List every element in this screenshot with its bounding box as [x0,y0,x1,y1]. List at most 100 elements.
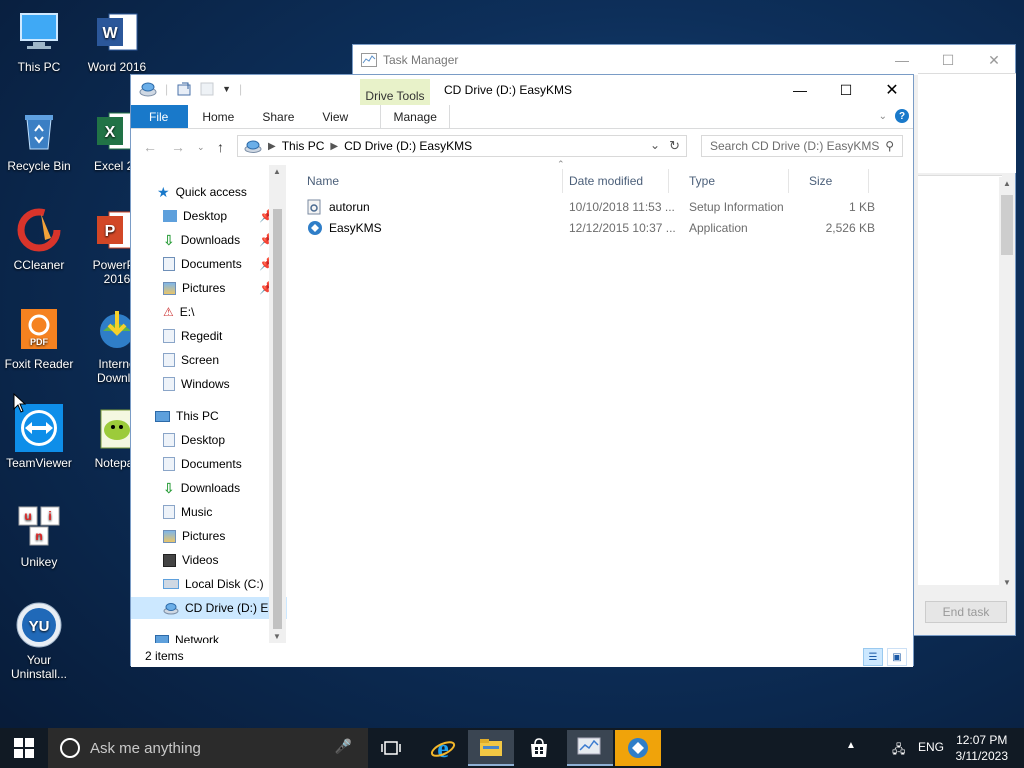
forward-arrow-icon[interactable]: → [171,139,185,155]
desktop-icon-your-uninstaller[interactable]: YU Your Uninstall... [0,601,78,681]
file-row[interactable]: autorun 10/10/2018 11:53 ... Setup Infor… [307,197,887,217]
toolbar-divider: | [165,82,169,96]
desktop-icon-foxit-reader[interactable]: PDF Foxit Reader [0,305,78,371]
file-list-pane[interactable]: ⌃ Name Date modified Type Size autorun 1… [287,159,913,643]
scrollbar-thumb[interactable] [1001,195,1013,255]
desktop-icon-recycle-bin[interactable]: Recycle Bin [0,107,78,173]
breadcrumb-this-pc[interactable]: This PC [282,139,325,153]
store-icon [531,738,547,757]
breadcrumb-chevron-icon[interactable]: ▶ [268,141,276,152]
minimize-icon[interactable]: — [879,45,925,75]
start-button[interactable] [0,728,48,768]
up-arrow-icon[interactable]: ↑ [217,139,224,155]
desktop-icon-label: Foxit Reader [4,357,74,371]
help-icon[interactable]: ? [895,109,909,123]
task-manager-scrollbar[interactable]: ▲ ▼ [999,177,1015,589]
column-header-date-modified[interactable]: Date modified [549,169,669,193]
customize-toolbar-icon[interactable]: ▼ [222,84,231,94]
nav-quick-pictures[interactable]: Pictures [163,277,225,299]
nav-pc-videos[interactable]: Videos [163,549,218,571]
file-row[interactable]: EasyKMS 12/12/2015 10:37 ... Application… [307,218,887,238]
recent-locations-icon[interactable]: ⌄ [197,142,205,153]
close-icon[interactable]: ✕ [971,45,1017,75]
nav-quick-documents[interactable]: Documents [163,253,242,275]
desktop-icon-this-pc[interactable]: This PC [0,8,78,74]
local-disk-icon [163,579,179,589]
desktop-icon-unikey[interactable]: u in Unikey [0,503,78,569]
nav-quick-access[interactable]: ★ Quick access [157,181,247,203]
refresh-icon[interactable]: ↻ [669,138,680,154]
tab-manage[interactable]: Manage [380,105,451,128]
expand-ribbon-icon[interactable]: ⌄ [879,111,887,122]
search-icon: ⚲ [885,139,894,153]
recycle-bin-icon [15,107,63,155]
column-header-name[interactable]: Name [287,169,563,193]
taskbar-store[interactable] [516,730,562,766]
desktop-icon-label: Unikey [20,555,58,569]
address-bar[interactable]: ▶ This PC ▶ CD Drive (D:) EasyKMS ⌄ ↻ [237,135,687,157]
network-icon[interactable]: 🖧 [892,740,905,761]
nav-quick-regedit[interactable]: Regedit [163,325,222,347]
taskbar-clock[interactable]: 12:07 PM 3/11/2023 [956,732,1009,764]
microphone-icon[interactable]: 🎤 [335,738,352,755]
nav-pc-music[interactable]: Music [163,501,212,523]
tab-file[interactable]: File [131,105,189,128]
nav-this-pc[interactable]: This PC [155,405,219,427]
minimize-icon[interactable]: — [777,75,823,105]
taskbar-easykms[interactable] [615,730,661,766]
folder-icon [163,353,175,367]
scroll-up-icon[interactable]: ▲ [273,167,281,176]
nav-quick-screen[interactable]: Screen [163,349,219,371]
taskbar-file-explorer[interactable] [468,730,514,766]
file-explorer-window[interactable]: | ▼ | Drive Tools CD Drive (D:) EasyKMS … [130,74,915,667]
tab-home[interactable]: Home [188,105,248,128]
column-header-size[interactable]: Size [789,169,869,193]
column-header-type[interactable]: Type [669,169,789,193]
nav-pc-documents[interactable]: Documents [163,453,242,475]
nav-network[interactable]: Network [155,629,219,643]
nav-quick-downloads[interactable]: ⇩ Downloads [163,229,240,251]
nav-quick-windows[interactable]: Windows [163,373,230,395]
desktop-icon-word-2016[interactable]: W Word 2016 [78,8,156,74]
details-view-icon[interactable]: ☰ [863,648,883,666]
explorer-titlebar[interactable]: | ▼ | Drive Tools CD Drive (D:) EasyKMS … [131,75,915,106]
back-arrow-icon[interactable]: ← [143,139,157,155]
close-icon[interactable]: ✕ [869,75,915,105]
taskbar-search-box[interactable]: Ask me anything 🎤 [48,728,368,768]
navigation-pane-scrollbar[interactable]: ▲ ▼ [269,165,286,643]
large-icons-view-icon[interactable]: ▣ [887,648,907,666]
maximize-icon[interactable]: ☐ [925,45,971,75]
tab-share[interactable]: Share [248,105,308,128]
address-dropdown-icon[interactable]: ⌄ [650,138,660,152]
toolbar-divider: | [239,82,243,96]
nav-pc-pictures[interactable]: Pictures [163,525,225,547]
nav-label: Pictures [182,281,226,295]
scrollbar-thumb[interactable] [273,209,282,629]
taskbar-task-manager[interactable] [567,730,613,766]
desktop-icon-teamviewer[interactable]: TeamViewer [0,404,78,470]
end-task-button[interactable]: End task [925,601,1007,623]
desktop-icon-ccleaner[interactable]: CCleaner [0,206,78,272]
scroll-down-icon[interactable]: ▼ [1003,578,1011,587]
tab-view[interactable]: View [308,105,362,128]
properties-icon[interactable] [176,81,192,97]
search-box[interactable]: Search CD Drive (D:) EasyKMS ⚲ [701,135,903,157]
show-hidden-icons-icon[interactable]: ▲ [846,740,856,751]
nav-pc-cd-drive[interactable]: CD Drive (D:) Eas [131,597,287,619]
breadcrumb-current[interactable]: CD Drive (D:) EasyKMS [344,139,472,153]
scroll-down-icon[interactable]: ▼ [273,632,281,641]
scroll-up-icon[interactable]: ▲ [1003,179,1011,188]
new-folder-icon[interactable] [200,81,214,97]
nav-pc-local-disk[interactable]: Local Disk (C:) [163,573,264,595]
task-view-button[interactable] [368,730,414,766]
nav-pc-downloads[interactable]: ⇩ Downloads [163,477,240,499]
nav-quick-e-drive[interactable]: ⚠ E:\ [163,301,194,323]
nav-pc-desktop[interactable]: Desktop [163,429,225,451]
task-manager-process-list[interactable] [918,175,1002,585]
language-indicator[interactable]: ENG [918,740,944,754]
file-size: 1 KB [848,200,875,214]
breadcrumb-chevron-icon[interactable]: ▶ [330,141,338,152]
taskbar-internet-explorer[interactable]: e [420,730,466,766]
nav-quick-desktop[interactable]: Desktop [163,205,227,227]
maximize-icon[interactable]: ☐ [823,75,869,105]
